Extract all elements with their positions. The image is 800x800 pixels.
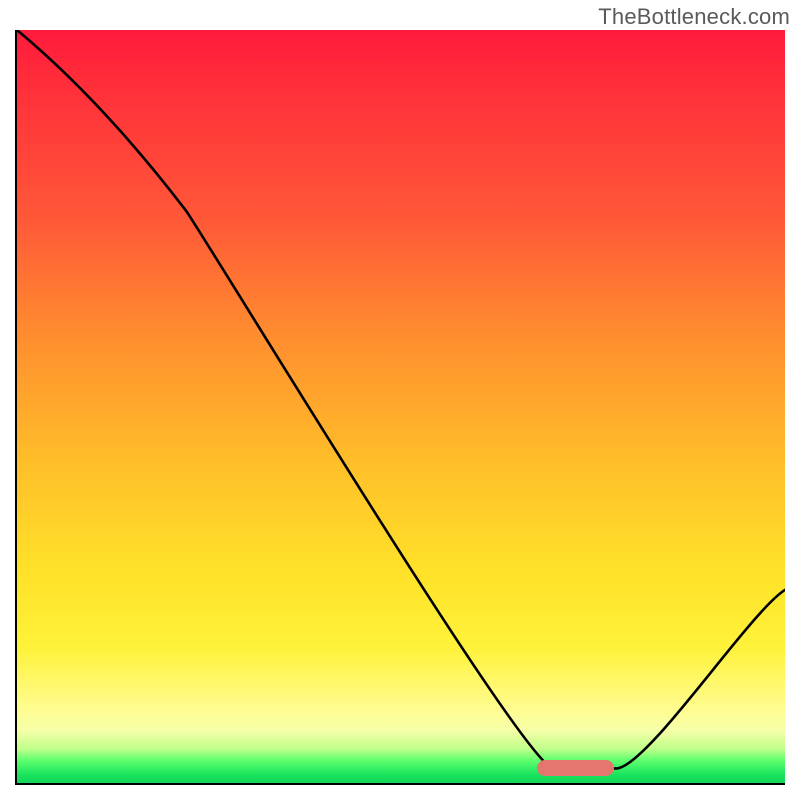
optimal-range-marker [537,760,614,776]
curve-path [17,30,785,768]
chart-area [15,30,785,785]
bottleneck-curve [17,30,785,785]
watermark-text: TheBottleneck.com [598,4,790,30]
